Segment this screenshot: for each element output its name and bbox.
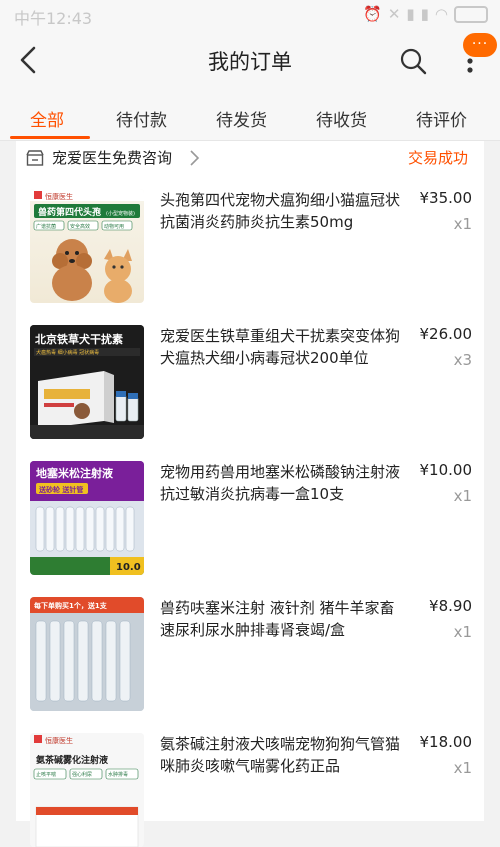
product-image-cephalosporin: 恒康医生 兽药第四代头孢 (小型宠物装) 广谱抗菌 安全高效 动物可用 xyxy=(30,189,144,303)
clock-icon: ⏰ xyxy=(363,5,388,23)
shop-icon xyxy=(26,150,44,166)
item-title[interactable]: 兽药呋塞米注射 液针剂 猪牛羊家畜速尿利尿水肿排毒肾衰竭/盒 xyxy=(160,597,400,641)
tab-to-review[interactable]: 待评价 xyxy=(416,106,467,131)
product-thumbnail[interactable]: 恒康医生 兽药第四代头孢 (小型宠物装) 广谱抗菌 安全高效 动物可用 xyxy=(30,189,144,303)
app-header: 我的订单 ··· xyxy=(0,30,500,94)
thumb-tag: 安全高效 xyxy=(70,223,90,230)
order-item[interactable]: 地塞米松注射液 送砂轮 送针管 10.0 宠物用药兽用地塞米松磷酸钠注射液抗过敏… xyxy=(16,447,484,575)
status-bar: 中午12:43 ⏰✕▮▮◠ xyxy=(0,0,500,30)
item-price: ¥18.00 xyxy=(419,733,473,751)
tab-to-ship[interactable]: 待发货 xyxy=(216,106,267,131)
item-quantity: x3 xyxy=(453,351,472,369)
thumb-subtitle: (小型宠物装) xyxy=(106,210,135,217)
item-price: ¥10.00 xyxy=(419,461,473,479)
thumb-tag: 止咳平喘 xyxy=(36,771,56,778)
tab-all[interactable]: 全部 xyxy=(30,106,64,131)
thumb-title: 地塞米松注射液 xyxy=(36,466,114,480)
shop-name[interactable]: 宠爱医生免费咨询 xyxy=(52,147,172,168)
active-tab-indicator xyxy=(10,136,90,139)
order-item[interactable]: 每下单购买1个，送1支 兽药呋塞米注射 液针剂 猪牛羊家畜速尿利尿水肿排毒肾衰竭… xyxy=(16,583,484,711)
thumb-title: 氨茶碱雾化注射液 xyxy=(36,754,109,766)
wifi-icon: ◠ xyxy=(434,5,454,23)
search-icon[interactable] xyxy=(398,46,428,76)
thumb-subtitle: 犬瘟热毒 细小病毒 冠状病毒 xyxy=(36,349,99,356)
chevron-right-icon xyxy=(190,150,200,166)
thumb-tag: 水肿排毒 xyxy=(108,771,128,778)
product-thumbnail[interactable]: 北京铁草犬干扰素 犬瘟热毒 细小病毒 冠状病毒 xyxy=(30,325,144,439)
product-image-aminophylline: 恒康医生 氨茶碱雾化注射液 止咳平喘 强心利尿 水肿排毒 xyxy=(30,733,144,847)
item-price: ¥35.00 xyxy=(419,189,473,207)
thumb-subtitle: 送砂轮 送针管 xyxy=(38,485,83,494)
thumb-tag: 强心利尿 xyxy=(72,771,92,778)
product-thumbnail[interactable]: 恒康医生 氨茶碱雾化注射液 止咳平喘 强心利尿 水肿排毒 xyxy=(30,733,144,847)
order-item[interactable]: 北京铁草犬干扰素 犬瘟热毒 细小病毒 冠状病毒 宠爱医生铁草重组犬干扰素突变体狗… xyxy=(16,311,484,439)
item-title[interactable]: 宠爱医生铁草重组犬干扰素突变体狗犬瘟热犬细小病毒冠状200单位 xyxy=(160,325,400,369)
thumb-price: 10.0 xyxy=(116,562,141,573)
item-price: ¥26.00 xyxy=(419,325,473,343)
message-badge[interactable]: ··· xyxy=(463,33,497,57)
order-card[interactable]: 宠爱医生免费咨询 交易成功 恒康医生 兽药第四代头孢 (小型宠物装) 广谱抗菌 … xyxy=(16,141,484,847)
item-quantity: x1 xyxy=(453,487,472,505)
item-title[interactable]: 宠物用药兽用地塞米松磷酸钠注射液抗过敏消炎抗病毒一盒10支 xyxy=(160,461,400,505)
battery-icon xyxy=(454,6,488,23)
thumb-tag: 动物可用 xyxy=(104,223,124,230)
tab-to-receive[interactable]: 待收货 xyxy=(316,106,367,131)
mute-icon: ✕ xyxy=(387,5,407,23)
thumb-title: 兽药第四代头孢 xyxy=(38,206,101,218)
signal-icon: ▮▮ xyxy=(406,5,435,23)
shop-row[interactable]: 宠爱医生免费咨询 交易成功 xyxy=(16,141,484,175)
product-image-interferon: 北京铁草犬干扰素 犬瘟热毒 细小病毒 冠状病毒 xyxy=(30,325,144,439)
product-thumbnail[interactable]: 地塞米松注射液 送砂轮 送针管 10.0 xyxy=(30,461,144,575)
item-title[interactable]: 氨茶碱注射液犬咳喘宠物狗狗气管猫咪肺炎咳嗽气喘雾化药正品 xyxy=(160,733,400,777)
product-thumbnail[interactable]: 每下单购买1个，送1支 xyxy=(30,597,144,711)
product-image-furosemide: 每下单购买1个，送1支 xyxy=(30,597,144,711)
thumb-title: 每下单购买1个，送1支 xyxy=(34,601,108,610)
item-price: ¥8.90 xyxy=(429,597,472,615)
product-image-dexamethasone: 地塞米松注射液 送砂轮 送针管 10.0 xyxy=(30,461,144,575)
thumb-tag: 广谱抗菌 xyxy=(36,223,56,230)
status-time: 中午12:43 xyxy=(14,9,93,28)
order-tabs: 全部 待付款 待发货 待收货 待评价 xyxy=(0,94,500,141)
item-quantity: x1 xyxy=(453,215,472,233)
order-item[interactable]: 恒康医生 氨茶碱雾化注射液 止咳平喘 强心利尿 水肿排毒 氨茶碱注射液犬咳喘宠物… xyxy=(16,719,484,847)
tab-to-pay[interactable]: 待付款 xyxy=(116,106,167,131)
thumb-brand: 恒康医生 xyxy=(45,736,73,745)
item-quantity: x1 xyxy=(453,623,472,641)
order-item[interactable]: 恒康医生 兽药第四代头孢 (小型宠物装) 广谱抗菌 安全高效 动物可用 头孢第四… xyxy=(16,175,484,303)
status-icons: ⏰✕▮▮◠ xyxy=(363,5,488,23)
order-status: 交易成功 xyxy=(407,149,468,167)
item-quantity: x1 xyxy=(453,759,472,777)
item-title[interactable]: 头孢第四代宠物犬瘟狗细小猫瘟冠状抗菌消炎药肺炎抗生素50mg xyxy=(160,189,400,233)
thumb-brand: 恒康医生 xyxy=(45,192,73,201)
thumb-title: 北京铁草犬干扰素 xyxy=(35,332,123,346)
